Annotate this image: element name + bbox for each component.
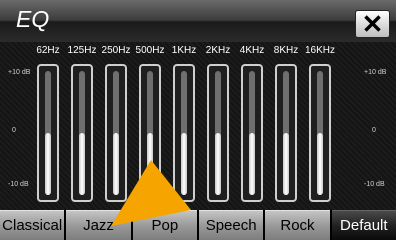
window-title: EQ [16, 6, 50, 32]
slider-track [317, 71, 323, 195]
slider-level-fill [249, 133, 255, 195]
slider-level-fill [317, 133, 323, 195]
slider-track [45, 71, 51, 195]
slider-track [215, 71, 221, 195]
scale-left-min: -10 dB [8, 181, 29, 188]
slider-level-fill [283, 133, 289, 195]
scale-right-max: +10 dB [364, 69, 387, 76]
slider-track [249, 71, 255, 195]
slider-level-fill [215, 133, 221, 195]
band-slider-62hz[interactable] [37, 64, 59, 202]
slider-track [113, 71, 119, 195]
slider-track [79, 71, 85, 195]
band-slider-8khz[interactable] [275, 64, 297, 202]
preset-speech-button[interactable]: Speech [198, 210, 264, 240]
scale-left-mid: 0 [12, 127, 16, 134]
equalizer-panel [0, 42, 396, 210]
preset-pop-button[interactable]: Pop [132, 210, 197, 240]
band-label-16khz: 16KHz [304, 45, 335, 56]
slider-level-fill [79, 133, 85, 195]
close-button[interactable]: ✕ [355, 10, 390, 38]
close-icon: ✕ [361, 9, 384, 39]
scale-right-min: -10 dB [364, 181, 385, 188]
slider-level-fill [181, 133, 187, 195]
band-slider-1khz[interactable] [173, 64, 195, 202]
title-bar: EQ ✕ [0, 0, 396, 43]
slider-level-fill [113, 133, 119, 195]
preset-bar: Classical Jazz Pop Speech Rock Default [0, 210, 396, 240]
band-slider-2khz[interactable] [207, 64, 229, 202]
preset-default-button[interactable]: Default [331, 210, 396, 240]
band-slider-4khz[interactable] [241, 64, 263, 202]
slider-track [283, 71, 289, 195]
slider-level-fill [147, 133, 153, 195]
slider-level-fill [45, 133, 51, 195]
band-slider-250hz[interactable] [105, 64, 127, 202]
band-slider-125hz[interactable] [71, 64, 93, 202]
scale-left-max: +10 dB [8, 69, 31, 76]
band-slider-500hz[interactable] [139, 64, 161, 202]
band-slider-16khz[interactable] [309, 64, 331, 202]
slider-track [147, 71, 153, 195]
slider-track [181, 71, 187, 195]
preset-rock-button[interactable]: Rock [265, 210, 330, 240]
preset-classical-button[interactable]: Classical [0, 210, 65, 240]
preset-jazz-button[interactable]: Jazz [66, 210, 131, 240]
scale-right-mid: 0 [372, 127, 376, 134]
